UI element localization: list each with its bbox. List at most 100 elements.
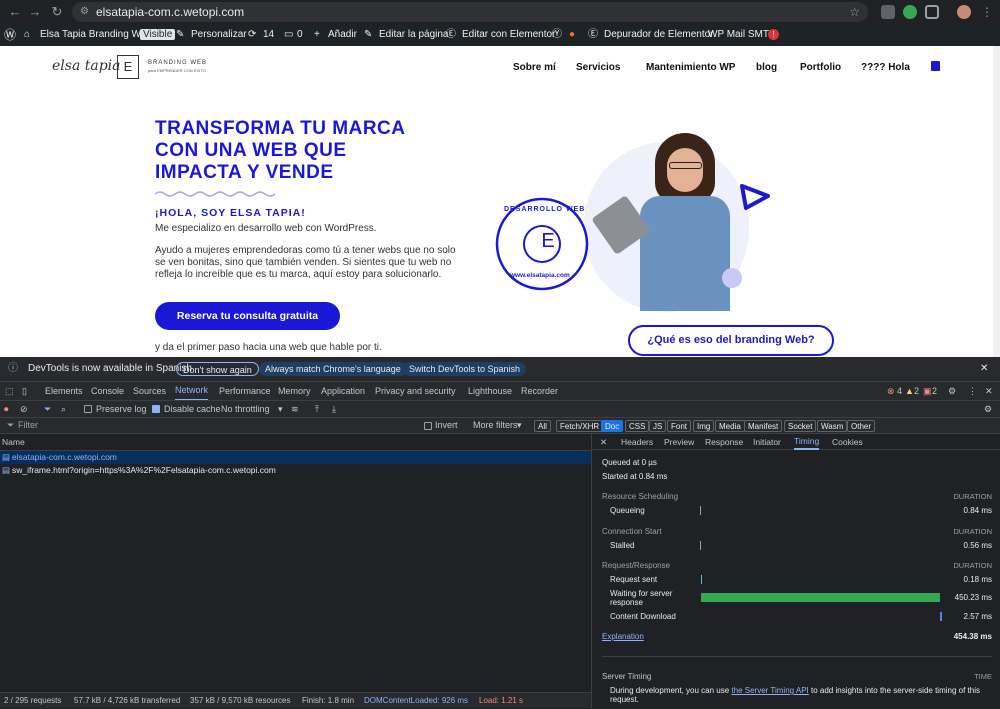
nav-servicios[interactable]: Servicios [576,62,620,73]
tab-headers[interactable]: Headers [621,434,653,450]
server-timing-api-link[interactable]: the Server Timing API [731,686,808,695]
nav-blog[interactable]: blog [756,62,777,73]
filter-chip-js[interactable]: JS [649,420,667,432]
inspect-element-icon[interactable]: ⬚ [5,382,14,401]
resources-size: 357 kB / 9,570 kB resources [190,696,291,705]
tab-preview[interactable]: Preview [664,434,694,450]
updates-count[interactable]: 14 [263,24,274,46]
nav-portfolio[interactable]: Portfolio [800,62,841,73]
tab-performance[interactable]: Performance [219,382,271,401]
tab-response[interactable]: Response [705,434,743,450]
edit-page-link[interactable]: Editar la página [379,24,449,46]
filter-chip-fetch-xhr[interactable]: Fetch/XHR [556,420,604,432]
throttling-select[interactable]: No throttling [221,401,270,417]
close-devtools-icon[interactable]: ✕ [985,382,993,401]
warning-count[interactable]: 2 [914,382,919,401]
more-options-icon[interactable]: ⋮ [968,382,977,401]
clear-icon[interactable]: ⊘ [20,401,28,417]
page-scrollbar[interactable] [993,46,1000,357]
issues-count-icon[interactable]: ▣ [923,382,932,401]
more-filters-chevron-icon[interactable]: ▾ [517,418,522,433]
warning-count-icon[interactable]: ▲ [905,382,914,401]
nav-hola[interactable]: ???? Hola [861,62,910,73]
filter-chip-img[interactable]: Img [693,420,715,432]
back-icon[interactable]: ← [6,0,24,24]
tab-memory[interactable]: Memory [278,382,311,401]
tab-timing[interactable]: Timing [794,434,820,450]
tab-sources[interactable]: Sources [133,382,166,401]
error-count[interactable]: 4 [897,382,902,401]
server-timing-text: to add insights into the server-side tim… [808,686,980,695]
tab-initiator[interactable]: Initiator [753,434,781,450]
tab-application[interactable]: Application [321,382,365,401]
filter-chip-doc[interactable]: Doc [601,420,624,432]
tab-elements[interactable]: Elements [45,382,83,401]
filter-chip-font[interactable]: Font [667,420,692,432]
profile-avatar[interactable] [957,5,971,19]
table-row[interactable]: ▤ sw_iframe.html?origin=https%3A%2F%2Fel… [0,464,591,477]
tab-privacy-security[interactable]: Privacy and security [375,382,456,401]
preserve-log-checkbox[interactable] [84,405,92,413]
filter-input[interactable]: Filter [18,418,38,433]
filter-chip-other[interactable]: Other [847,420,876,432]
disable-cache-checkbox[interactable] [152,405,160,413]
reload-icon[interactable]: ↻ [48,0,66,24]
tab-recorder[interactable]: Recorder [521,382,558,401]
filter-chip-manifest[interactable]: Manifest [744,420,783,432]
site-name-link[interactable]: Elsa Tapia Branding Web [40,24,152,46]
network-conditions-icon[interactable]: ≋ [291,401,299,417]
elementor-debugger-link[interactable]: Depurador de Elementor [604,24,714,46]
tab-lighthouse[interactable]: Lighthouse [468,382,512,401]
book-consultation-button[interactable]: Reserva tu consulta gratuita [155,302,340,330]
tab-network[interactable]: Network [175,382,209,401]
extension-icon[interactable] [881,5,895,19]
forward-icon[interactable]: → [26,0,44,24]
address-bar[interactable]: ⚙ elsatapia-com.c.wetopi.com ☆ [72,2,868,22]
wp-mail-smtp-link[interactable]: WP Mail SMTP [708,24,776,46]
match-language-button[interactable]: Always match Chrome's language [259,362,407,376]
switch-language-button[interactable]: Switch DevTools to Spanish [403,362,527,376]
yoast-icon[interactable]: Ⓨ [552,24,562,46]
explanation-link[interactable]: Explanation [602,632,644,641]
filter-chip-media[interactable]: Media [715,420,745,432]
nav-mantenimiento-wp[interactable]: Mantenimiento WP [646,62,735,73]
bookmark-star-icon[interactable]: ☆ [849,2,860,22]
throttling-chevron-icon[interactable]: ▾ [278,401,283,417]
settings-gear-icon[interactable]: ⚙ [948,382,956,401]
name-column-header[interactable]: Name [0,436,591,451]
import-har-icon[interactable]: ⤒ [315,401,319,417]
close-details-icon[interactable]: ✕ [600,434,607,450]
site-info-icon[interactable]: ⚙ [80,2,89,22]
filter-chip-all[interactable]: All [534,420,551,432]
record-icon[interactable]: ⏺ [4,401,9,417]
more-filters-dropdown[interactable]: More filters [473,418,518,433]
extensions-puzzle-icon[interactable] [925,5,939,19]
invert-checkbox[interactable] [424,422,432,430]
logo-name[interactable]: elsa tapia [52,58,121,74]
extension-green-icon[interactable] [903,5,917,19]
branding-web-button[interactable]: ¿Qué es eso del branding Web? [628,325,834,356]
filter-chip-wasm[interactable]: Wasm [817,420,848,432]
issues-count[interactable]: 2 [932,382,937,401]
add-new-link[interactable]: Añadir [328,24,357,46]
menu-kebab-icon[interactable]: ⋮ [978,0,996,24]
tab-cookies[interactable]: Cookies [832,434,863,450]
tab-console[interactable]: Console [91,382,124,401]
export-har-icon[interactable]: ⤓ [332,401,336,417]
search-icon[interactable]: ⌕ [61,401,66,417]
nav-sobre-mi[interactable]: Sobre mí [513,62,556,73]
table-row[interactable]: ▤ elsatapia-com.c.wetopi.com [0,451,591,464]
edit-elementor-link[interactable]: Editar con Elementor [462,24,555,46]
device-toolbar-icon[interactable]: ▯ [22,382,27,401]
filter-funnel-icon[interactable]: ⏷ [44,401,51,417]
filter-chip-css[interactable]: CSS [625,420,650,432]
wordpress-logo-icon[interactable]: Ⓦ [4,24,16,46]
close-infobar-icon[interactable]: ✕ [980,357,988,381]
dont-show-again-button[interactable]: Don't show again [176,362,259,376]
filter-chip-socket[interactable]: Socket [784,420,817,432]
customize-link[interactable]: Personalizar [191,24,247,46]
network-settings-icon[interactable]: ⚙ [984,401,992,417]
error-count-icon[interactable]: ⊗ [887,382,895,401]
cart-icon[interactable] [931,61,940,71]
comments-count[interactable]: 0 [297,24,303,46]
